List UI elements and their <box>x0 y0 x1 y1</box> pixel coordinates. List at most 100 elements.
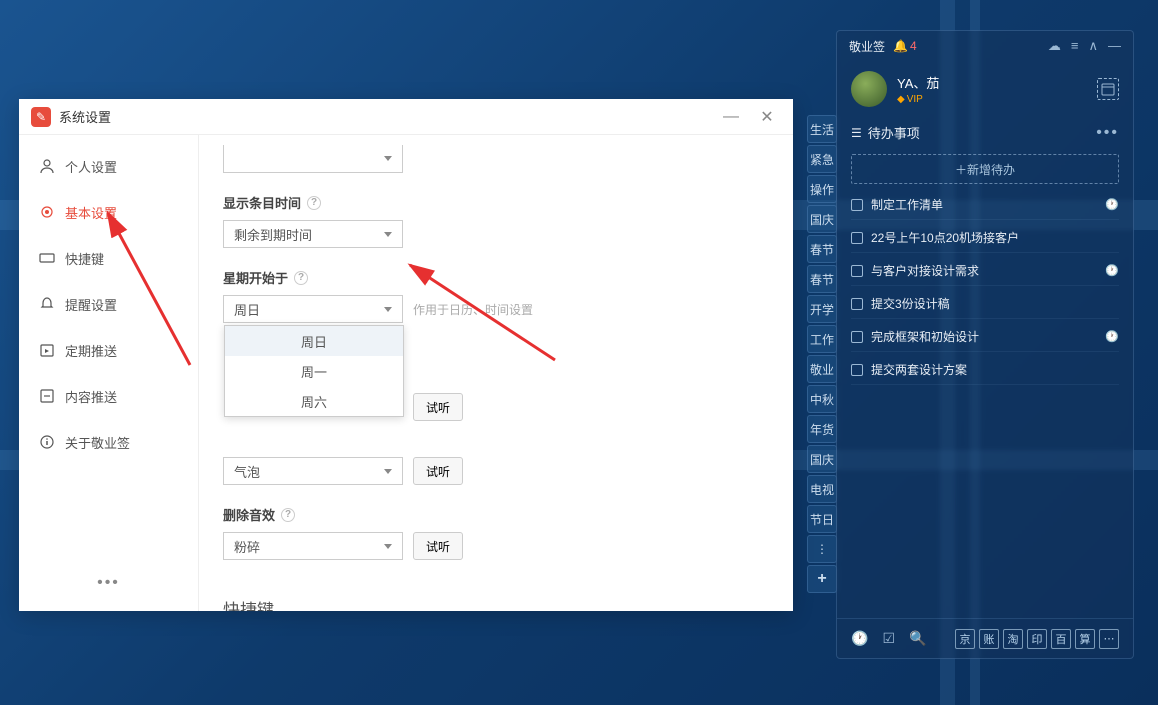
sidebar-item-personal[interactable]: 个人设置 <box>19 143 198 189</box>
tag-more[interactable]: ⋮ <box>807 535 837 563</box>
check-icon[interactable]: ☑ <box>882 630 895 647</box>
list-icon: ☰ <box>851 126 862 140</box>
footer-shortcut[interactable]: 京 <box>955 629 975 649</box>
sync-icon[interactable]: ☁ <box>1048 38 1061 54</box>
sidebar-more[interactable]: ••• <box>19 563 198 603</box>
checkbox[interactable] <box>851 364 863 376</box>
user-icon <box>39 158 55 174</box>
sidebar-item-label: 提醒设置 <box>65 295 117 314</box>
todo-panel: 敬业签 🔔 4 ☁ ≡ ∧ — YA、茄 ◆ VIP ☰ 待办事项 ••• ＋新… <box>836 30 1134 659</box>
footer-shortcut[interactable]: 算 <box>1075 629 1095 649</box>
chevron-down-icon <box>384 232 392 237</box>
ghost-select[interactable] <box>223 145 403 173</box>
diamond-icon: ◆ <box>897 94 905 105</box>
calendar-icon[interactable] <box>1097 78 1119 100</box>
chevron-down-icon <box>384 469 392 474</box>
tag-item[interactable]: 开学 <box>807 295 837 323</box>
tag-item[interactable]: 工作 <box>807 325 837 353</box>
sidebar-item-schedule[interactable]: 定期推送 <box>19 327 198 373</box>
info-icon <box>39 434 55 450</box>
display-time-label: 显示条目时间 ? <box>223 193 769 212</box>
search-icon[interactable]: 🔍 <box>909 630 926 647</box>
todo-item[interactable]: 提交3份设计稿 <box>851 289 1119 319</box>
menu-icon[interactable]: ≡ <box>1071 38 1079 54</box>
footer-more[interactable]: ⋯ <box>1099 629 1119 649</box>
sidebar-item-label: 基本设置 <box>65 203 117 222</box>
footer-shortcut[interactable]: 淘 <box>1003 629 1023 649</box>
todo-item[interactable]: 完成框架和初始设计 🕐 <box>851 322 1119 352</box>
tag-item[interactable]: 国庆 <box>807 445 837 473</box>
footer-shortcut[interactable]: 印 <box>1027 629 1047 649</box>
tag-item[interactable]: 春节 <box>807 235 837 263</box>
todo-header-title: 待办事项 <box>868 123 920 142</box>
settings-window: ✎ 系统设置 — ✕ 个人设置 基本设置 快捷键 提醒设置 <box>19 99 793 611</box>
dropdown-option-saturday[interactable]: 周六 <box>225 386 403 416</box>
sidebar-item-about[interactable]: 关于敬业签 <box>19 419 198 465</box>
keyboard-icon <box>39 250 55 266</box>
calendar-push-icon <box>39 342 55 358</box>
chevron-down-icon <box>384 307 392 312</box>
vip-badge: ◆ VIP <box>897 94 939 105</box>
user-name: YA、茄 <box>897 73 939 92</box>
todo-titlebar: 敬业签 🔔 4 ☁ ≡ ∧ — <box>837 31 1133 61</box>
history-icon[interactable]: 🕐 <box>851 630 868 647</box>
sidebar-item-label: 快捷键 <box>65 249 104 268</box>
checkbox[interactable] <box>851 331 863 343</box>
minimize-button[interactable]: — <box>717 103 745 131</box>
todo-item[interactable]: 22号上午10点20机场接客户 <box>851 223 1119 253</box>
settings-titlebar: ✎ 系统设置 — ✕ <box>19 99 793 135</box>
delete-sound-select[interactable]: 粉碎 <box>223 532 403 560</box>
footer-shortcut[interactable]: 账 <box>979 629 999 649</box>
notification-badge[interactable]: 🔔 4 <box>893 39 917 53</box>
tag-item[interactable]: 节日 <box>807 505 837 533</box>
sidebar-item-label: 关于敬业签 <box>65 433 130 452</box>
tag-sidebar: 生活 紧急 操作 国庆 春节 春节 开学 工作 敬业 中秋 年货 国庆 电视 节… <box>807 115 837 593</box>
tag-item[interactable]: 紧急 <box>807 145 837 173</box>
app-icon: ✎ <box>31 107 51 127</box>
todo-more-icon[interactable]: ••• <box>1096 124 1119 142</box>
week-start-hint: 作用于日历、时间设置 <box>413 301 533 318</box>
tag-item[interactable]: 电视 <box>807 475 837 503</box>
footer-shortcut[interactable]: 百 <box>1051 629 1071 649</box>
checkbox[interactable] <box>851 232 863 244</box>
todo-item[interactable]: 与客户对接设计需求 🕐 <box>851 256 1119 286</box>
sidebar-item-reminder[interactable]: 提醒设置 <box>19 281 198 327</box>
display-time-select[interactable]: 剩余到期时间 <box>223 220 403 248</box>
collapse-icon[interactable]: ∧ <box>1088 38 1098 54</box>
bubble-select[interactable]: 气泡 <box>223 457 403 485</box>
clock-icon: 🕐 <box>1105 198 1119 211</box>
week-start-select[interactable]: 周日 周日 周一 周六 <box>223 295 403 323</box>
try-listen-button-2[interactable]: 试听 <box>413 457 463 485</box>
todo-item[interactable]: 制定工作清单 🕐 <box>851 190 1119 220</box>
minimize-icon[interactable]: — <box>1108 38 1121 54</box>
todo-list-header: ☰ 待办事项 ••• <box>837 117 1133 148</box>
tag-item[interactable]: 年货 <box>807 415 837 443</box>
tag-item[interactable]: 中秋 <box>807 385 837 413</box>
todo-item[interactable]: 提交两套设计方案 <box>851 355 1119 385</box>
add-todo-button[interactable]: ＋新增待办 <box>851 154 1119 184</box>
sidebar-item-content[interactable]: 内容推送 <box>19 373 198 419</box>
dropdown-option-monday[interactable]: 周一 <box>225 356 403 386</box>
help-icon[interactable]: ? <box>281 508 295 522</box>
tag-item[interactable]: 操作 <box>807 175 837 203</box>
delete-sound-label: 删除音效 ? <box>223 505 769 524</box>
sidebar-item-basic[interactable]: 基本设置 <box>19 189 198 235</box>
try-listen-button-1[interactable]: 试听 <box>413 393 463 421</box>
close-button[interactable]: ✕ <box>753 103 781 131</box>
tag-item[interactable]: 敬业 <box>807 355 837 383</box>
checkbox[interactable] <box>851 298 863 310</box>
help-icon[interactable]: ? <box>307 196 321 210</box>
checkbox[interactable] <box>851 199 863 211</box>
checkbox[interactable] <box>851 265 863 277</box>
sidebar-item-shortcut[interactable]: 快捷键 <box>19 235 198 281</box>
tag-item[interactable]: 春节 <box>807 265 837 293</box>
content-icon <box>39 388 55 404</box>
tag-item[interactable]: 国庆 <box>807 205 837 233</box>
try-listen-button-3[interactable]: 试听 <box>413 532 463 560</box>
dropdown-option-sunday[interactable]: 周日 <box>225 326 403 356</box>
tag-add[interactable]: + <box>807 565 837 593</box>
avatar[interactable] <box>851 71 887 107</box>
shortcut-section-title: 快捷键 <box>223 596 769 611</box>
tag-item[interactable]: 生活 <box>807 115 837 143</box>
help-icon[interactable]: ? <box>294 271 308 285</box>
